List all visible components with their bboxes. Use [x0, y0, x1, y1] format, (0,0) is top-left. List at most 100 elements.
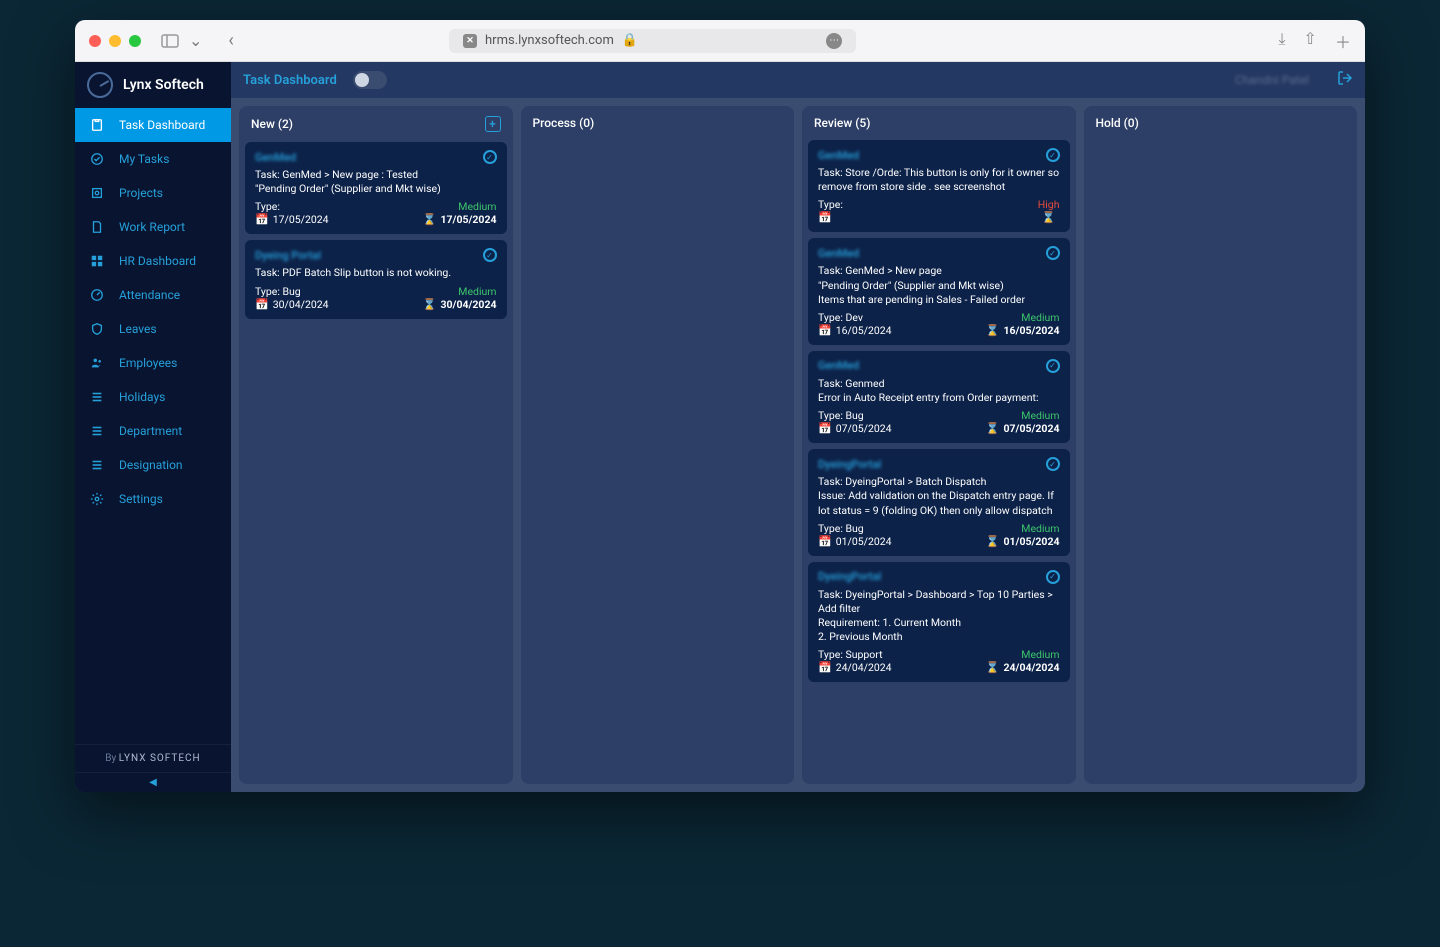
- logo[interactable]: Lynx Softech: [75, 62, 231, 108]
- due-date: ⌛30/04/2024: [423, 298, 497, 311]
- start-date: 📅01/05/2024: [818, 535, 892, 548]
- chevron-down-icon[interactable]: ⌄: [189, 31, 202, 50]
- sidebar-item-holidays[interactable]: Holidays: [75, 380, 231, 414]
- check-circle-icon[interactable]: ✓: [483, 150, 497, 164]
- task-card[interactable]: DyeingPortal✓Task: DyeingPortal > Dashbo…: [808, 562, 1070, 683]
- more-icon[interactable]: ⋯: [826, 33, 842, 49]
- task-card[interactable]: GenMed✓Task: Store /Orde: This button is…: [808, 140, 1070, 232]
- sidebar-item-label: My Tasks: [119, 152, 169, 166]
- sidebar: Lynx Softech Task Dashboard My Tasks Proje…: [75, 62, 231, 792]
- task-type: Type: Bug: [818, 409, 864, 422]
- sidebar-item-my-tasks[interactable]: My Tasks: [75, 142, 231, 176]
- start-date: 📅07/05/2024: [818, 422, 892, 435]
- grid-icon: [89, 253, 105, 269]
- sidebar-item-label: Designation: [119, 458, 183, 472]
- priority-badge: High: [1038, 198, 1060, 211]
- task-description: Task: GenMed > New page : Tested "Pendin…: [255, 168, 497, 196]
- minimize-icon[interactable]: [109, 35, 121, 47]
- check-circle-icon[interactable]: ✓: [1046, 246, 1060, 260]
- maximize-icon[interactable]: [129, 35, 141, 47]
- sidebar-item-task-dashboard[interactable]: Task Dashboard: [75, 108, 231, 142]
- collapse-sidebar-icon[interactable]: ◀: [75, 772, 231, 792]
- task-card[interactable]: GenMed✓Task: GenMed > New page "Pending …: [808, 238, 1070, 345]
- sidebar-item-employees[interactable]: Employees: [75, 346, 231, 380]
- project-name: GenMed: [818, 247, 859, 260]
- check-circle-icon[interactable]: ✓: [483, 248, 497, 262]
- priority-badge: Medium: [1021, 311, 1059, 324]
- url-text: hrms.lynxsoftech.com: [485, 33, 614, 48]
- check-circle-icon[interactable]: ✓: [1046, 359, 1060, 373]
- close-icon[interactable]: [89, 35, 101, 47]
- sidebar-item-settings[interactable]: Settings: [75, 482, 231, 516]
- current-user: Chandni Patel: [1235, 73, 1309, 87]
- app-root: Lynx Softech Task Dashboard My Tasks Proje…: [75, 62, 1365, 792]
- lock-icon: 🔒: [622, 33, 638, 48]
- sidebar-item-department[interactable]: Department: [75, 414, 231, 448]
- task-card[interactable]: DyeingPortal✓Task: DyeingPortal > Batch …: [808, 449, 1070, 556]
- list-icon: [89, 457, 105, 473]
- traffic-lights: [89, 35, 141, 47]
- task-type: Type: Bug: [255, 285, 301, 298]
- sidebar-item-leaves[interactable]: Leaves: [75, 312, 231, 346]
- due-date: ⌛16/05/2024: [986, 324, 1060, 337]
- calendar-icon: 📅: [255, 298, 269, 311]
- list-icon: [89, 389, 105, 405]
- task-description: Task: PDF Batch Slip button is not wokin…: [255, 266, 497, 280]
- check-circle-icon[interactable]: ✓: [1046, 457, 1060, 471]
- footer-brand: LYNX SOFTECH: [119, 753, 201, 764]
- view-toggle[interactable]: [353, 71, 387, 89]
- share-icon[interactable]: ⇧: [1304, 29, 1317, 53]
- new-tab-icon[interactable]: ＋: [1335, 29, 1351, 53]
- sidebar-item-designation[interactable]: Designation: [75, 448, 231, 482]
- gauge-icon: [89, 287, 105, 303]
- card-list: GenMed✓Task: Store /Orde: This button is…: [802, 140, 1076, 688]
- back-icon[interactable]: ‹: [228, 30, 233, 51]
- task-card[interactable]: GenMed✓Task: GenMed > New page : Tested …: [245, 142, 507, 234]
- people-icon: [89, 355, 105, 371]
- start-date: 📅17/05/2024: [255, 213, 329, 226]
- task-card[interactable]: Dyeing Portal ✓ Task: PDF Batch Slip butto…: [245, 240, 507, 318]
- list-icon: [89, 423, 105, 439]
- brand-text: Lynx Softech: [123, 77, 204, 93]
- shield-icon: [89, 321, 105, 337]
- address-bar[interactable]: ✕ hrms.lynxsoftech.com 🔒 ⋯: [449, 29, 856, 53]
- sidebar-item-label: Holidays: [119, 390, 165, 404]
- sidebar-item-work-report[interactable]: Work Report: [75, 210, 231, 244]
- sidebar-item-attendance[interactable]: Attendance: [75, 278, 231, 312]
- sidebar-item-projects[interactable]: Projects: [75, 176, 231, 210]
- add-task-button[interactable]: +: [485, 116, 501, 132]
- column-header: Hold (0): [1084, 106, 1358, 140]
- calendar-icon: 📅: [818, 422, 832, 435]
- priority-badge: Medium: [1021, 409, 1059, 422]
- priority-badge: Medium: [1021, 522, 1059, 535]
- sidebar-item-label: Settings: [119, 492, 163, 506]
- column-title: Process (0): [533, 116, 595, 130]
- check-circle-icon[interactable]: ✓: [1046, 148, 1060, 162]
- task-card[interactable]: GenMed✓Task: Genmed Error in Auto Receip…: [808, 351, 1070, 443]
- start-date: 📅16/05/2024: [818, 324, 892, 337]
- sidebar-toggle-icon[interactable]: [161, 34, 179, 48]
- footer: By LYNX SOFTECH: [75, 744, 231, 772]
- card-list: [1084, 140, 1358, 146]
- task-type: Type:: [818, 198, 843, 211]
- clipboard-icon: [89, 117, 105, 133]
- sidebar-item-hr-dashboard[interactable]: HR Dashboard: [75, 244, 231, 278]
- download-icon[interactable]: ⤓: [1278, 29, 1285, 53]
- board-column: New (2)+GenMed✓Task: GenMed > New page :…: [239, 106, 513, 784]
- logout-icon[interactable]: [1337, 70, 1353, 90]
- project-name: Dyeing Portal: [255, 249, 321, 262]
- hourglass-icon: ⌛: [986, 324, 1000, 337]
- column-title: Hold (0): [1096, 116, 1139, 130]
- start-date: 📅: [818, 211, 832, 224]
- browser-window: ⌄ ‹ ✕ hrms.lynxsoftech.com 🔒 ⋯ ⤓ ⇧ ＋ Lyn…: [75, 20, 1365, 792]
- due-date: ⌛01/05/2024: [986, 535, 1060, 548]
- footer-by: By: [105, 753, 116, 764]
- sidebar-item-label: Work Report: [119, 220, 185, 234]
- check-circle-icon[interactable]: ✓: [1046, 570, 1060, 584]
- task-type: Type: Dev: [818, 311, 863, 324]
- task-type: Type: Bug: [818, 522, 864, 535]
- hourglass-icon: ⌛: [986, 422, 1000, 435]
- card-list: [521, 140, 795, 146]
- task-description: Task: DyeingPortal > Batch Dispatch Issu…: [818, 475, 1060, 518]
- column-header: Review (5): [802, 106, 1076, 140]
